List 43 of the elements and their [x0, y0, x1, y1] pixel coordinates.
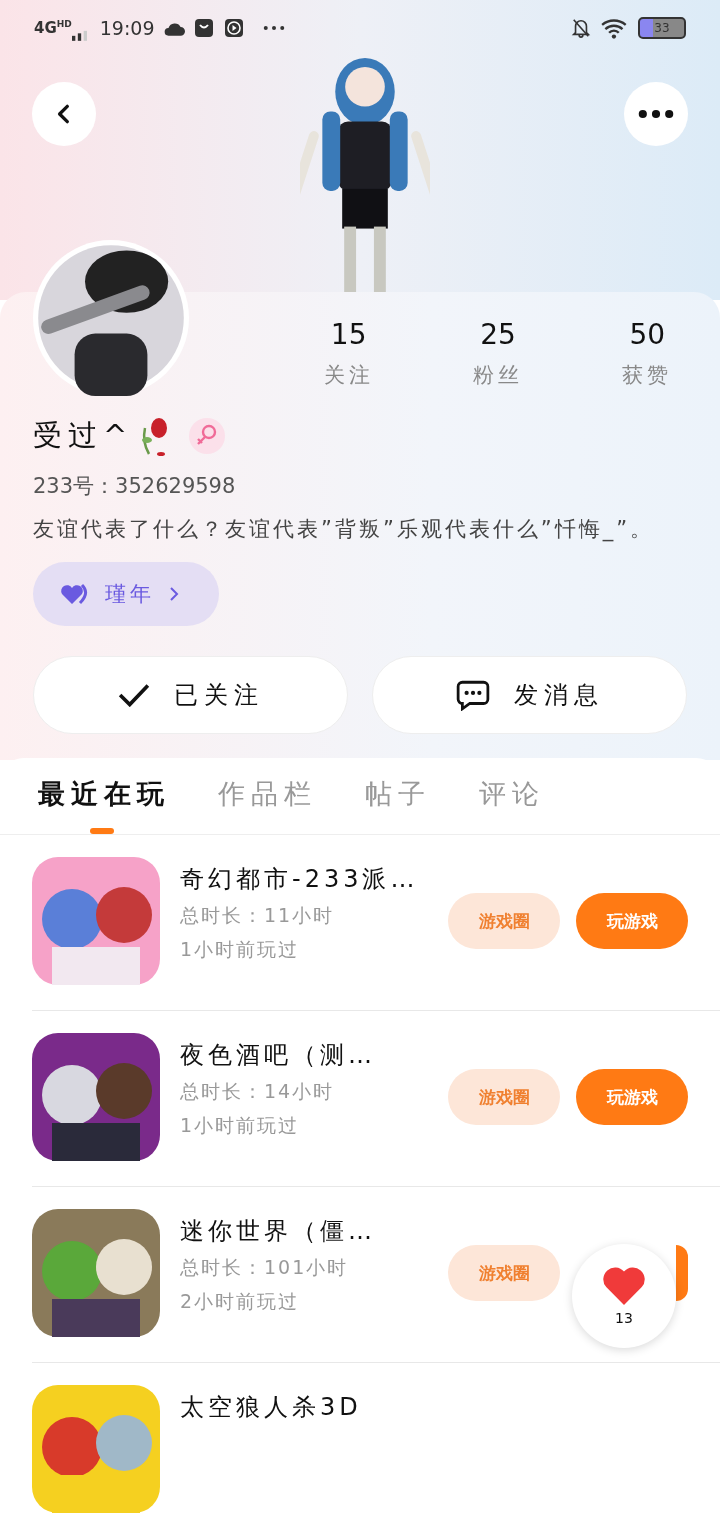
stat-label: 获赞	[622, 362, 673, 389]
play-duration: 总时长：14小时	[180, 1079, 336, 1104]
user-id: 233号：352629598	[33, 473, 237, 500]
game-title: 太空狼人杀3D	[180, 1392, 363, 1423]
play-duration: 总时长：11小时	[180, 903, 336, 928]
tab[interactable]: 帖子	[365, 776, 431, 834]
group-badge[interactable]: 瑾年	[33, 562, 219, 626]
last-played: 1小时前玩过	[180, 937, 301, 962]
last-played: 1小时前玩过	[180, 1113, 301, 1138]
game-circle-button[interactable]: 游戏圈	[448, 1069, 560, 1125]
tab[interactable]: 评论	[479, 776, 545, 834]
like-button[interactable]: 13	[572, 1244, 676, 1348]
play-duration: 总时长：101小时	[180, 1255, 350, 1280]
last-played: 2小时前玩过	[180, 1289, 301, 1314]
stat-count: 25	[480, 318, 516, 351]
female-icon	[189, 418, 226, 454]
stat-count: 50	[629, 318, 666, 351]
follow-button[interactable]: 已关注	[33, 656, 348, 734]
heart-icon	[601, 1266, 647, 1306]
tab[interactable]: 最近在玩	[38, 776, 170, 834]
chat-icon	[455, 679, 490, 711]
clock-time: 19:09	[99, 17, 155, 39]
message-button[interactable]: 发消息	[372, 656, 687, 734]
game-title: 迷你世界（僵…	[180, 1216, 377, 1247]
play-button[interactable]	[676, 1245, 688, 1301]
game-circle-button[interactable]: 游戏圈	[448, 1245, 560, 1301]
check-icon	[117, 683, 150, 707]
stat-label: 粉丝	[473, 362, 523, 389]
bio-text: 友谊代表了什么？友谊代表”背叛”乐观代表什么”忏悔_”。	[33, 516, 656, 544]
battery-indicator: 33	[638, 17, 686, 39]
game-title: 夜色酒吧（测…	[180, 1040, 377, 1071]
stat-count: 15	[330, 318, 367, 351]
more-icon	[638, 109, 674, 119]
muted-bell-icon	[570, 18, 592, 38]
game-title: 奇幻都市-233派…	[180, 864, 420, 895]
play-button[interactable]: 玩游戏	[576, 893, 688, 949]
network-indicator: 4G$^{HD}$	[34, 19, 72, 37]
user-name: 受过^	[33, 417, 134, 454]
play-button[interactable]: 玩游戏	[576, 1069, 688, 1125]
stat-label: 关注	[323, 362, 374, 389]
game-circle-button[interactable]: 游戏圈	[448, 893, 560, 949]
more-icon	[262, 25, 285, 31]
tab[interactable]: 作品栏	[218, 776, 317, 834]
